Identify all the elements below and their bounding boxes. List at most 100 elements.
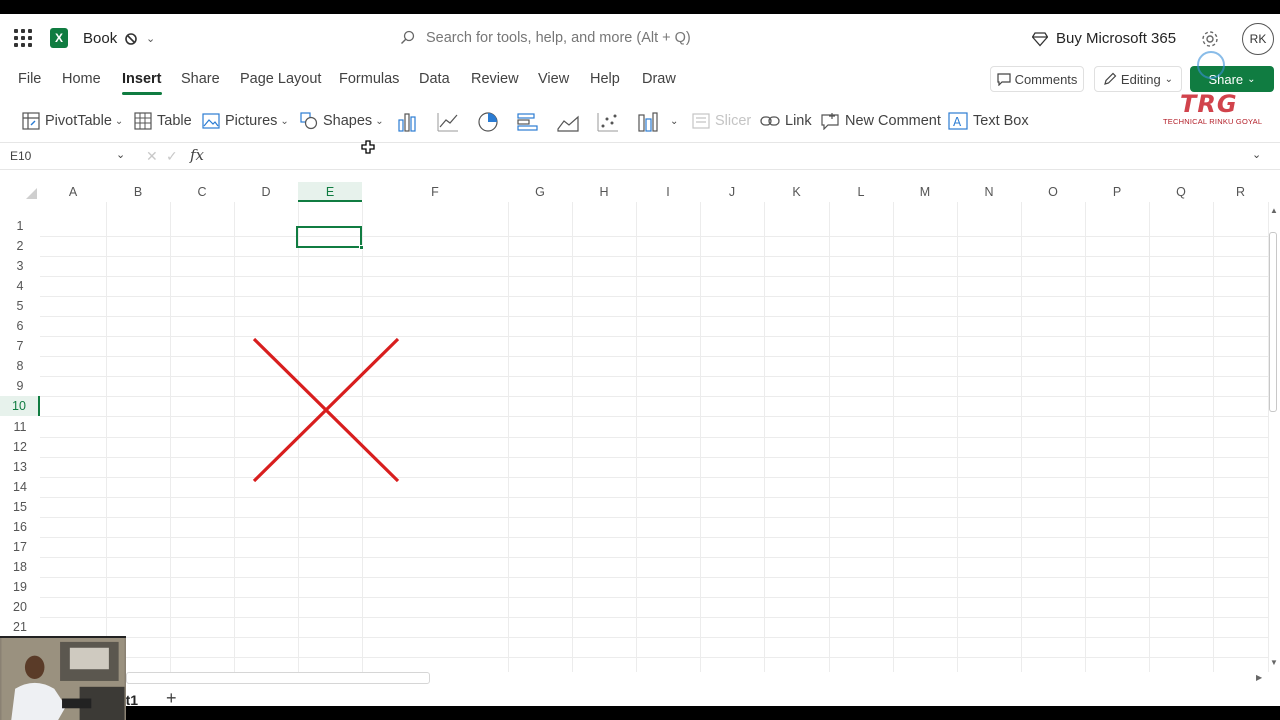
tab-formulas[interactable]: Formulas [339,71,399,87]
horizontal-scroll-thumb[interactable] [126,672,430,684]
name-box[interactable]: E10 [10,149,31,163]
add-sheet-button[interactable]: + [166,688,177,706]
row-header-8[interactable]: 8 [0,356,40,376]
cancel-icon[interactable]: ✕ [146,148,158,165]
column-chart-icon[interactable] [396,111,420,133]
slicer-button[interactable]: Slicer [692,109,751,133]
editing-mode-button[interactable]: Editing ⌄ [1094,66,1182,92]
vertical-scroll-thumb[interactable] [1269,232,1277,412]
pivottable-button[interactable]: PivotTable ⌄ [22,109,123,133]
area-chart-icon[interactable] [556,111,580,133]
gear-icon[interactable] [1200,29,1220,49]
column-header-d[interactable]: D [234,182,298,202]
row-header-3[interactable]: 3 [0,256,40,276]
column-header-c[interactable]: C [170,182,234,202]
row-header-13[interactable]: 13 [0,457,40,477]
column-header-e[interactable]: E [298,182,362,202]
column-header-k[interactable]: K [764,182,829,202]
tab-data[interactable]: Data [419,71,450,87]
other-chart-icon[interactable] [636,111,660,133]
pie-chart-icon[interactable] [476,111,500,133]
pictures-button[interactable]: Pictures ⌄ [202,109,289,133]
excel-window: X Book ⌄ Buy Microsoft 365 RK File Home … [0,14,1280,706]
row-header-18[interactable]: 18 [0,557,40,577]
column-header-j[interactable]: J [700,182,764,202]
row-header-19[interactable]: 19 [0,577,40,597]
column-header-p[interactable]: P [1085,182,1149,202]
autosave-sync-icon[interactable] [124,32,138,46]
workbook-title[interactable]: Book [83,30,117,47]
row-header-10[interactable]: 10 [0,396,40,417]
fill-handle[interactable] [359,245,364,250]
row-header-2[interactable]: 2 [0,236,40,256]
table-button[interactable]: Table [134,109,192,133]
row-header-15[interactable]: 15 [0,497,40,517]
comments-button[interactable]: Comments [990,66,1084,92]
row-header-21[interactable]: 21 [0,617,40,637]
column-header-m[interactable]: M [893,182,957,202]
tab-view[interactable]: View [538,71,569,87]
bar-chart-icon[interactable] [516,111,540,133]
row-header-12[interactable]: 12 [0,437,40,457]
row-header-5[interactable]: 5 [0,296,40,316]
waffle-icon[interactable] [14,29,32,47]
link-button[interactable]: Link [760,109,812,133]
row-header-9[interactable]: 9 [0,376,40,396]
column-header-q[interactable]: Q [1149,182,1213,202]
tab-share[interactable]: Share [181,71,220,87]
row-header-20[interactable]: 20 [0,597,40,617]
chevron-down-icon[interactable]: ⌄ [116,148,125,161]
tab-insert[interactable]: Insert [122,71,162,95]
tab-page-layout[interactable]: Page Layout [240,71,321,87]
search-box[interactable] [396,22,848,54]
column-header-i[interactable]: I [636,182,700,202]
shapes-icon [300,112,318,130]
spreadsheet-grid[interactable]: A B C D E F G H I J K L M N O P Q R 1 2 3 4 5 6 7 8 9 10 11 12 13 14 15 1… [0,182,1269,672]
row-header-11[interactable]: 11 [0,417,40,437]
tab-help[interactable]: Help [590,71,620,87]
grid-row-line [40,336,1268,338]
column-header-g[interactable]: G [508,182,572,202]
new-comment-button[interactable]: New Comment [820,109,941,133]
row-header-7[interactable]: 7 [0,336,40,356]
scroll-right-icon[interactable]: ▶ [1256,673,1262,682]
chevron-down-icon[interactable]: ⌄ [146,32,155,45]
scroll-up-icon[interactable]: ▲ [1270,206,1278,215]
select-all-corner[interactable] [26,188,37,199]
tab-file[interactable]: File [18,71,41,87]
column-header-a[interactable]: A [40,182,106,202]
grid-row-line [40,556,1268,558]
row-header-6[interactable]: 6 [0,316,40,336]
check-icon[interactable]: ✓ [166,148,178,165]
search-input[interactable] [426,30,826,46]
column-header-o[interactable]: O [1021,182,1085,202]
buy-microsoft-365-link[interactable]: Buy Microsoft 365 [1032,30,1176,47]
search-icon [401,30,415,44]
column-header-f[interactable]: F [362,182,508,202]
row-header-17[interactable]: 17 [0,537,40,557]
tab-home[interactable]: Home [62,71,101,87]
selected-cell[interactable] [296,226,362,248]
chevron-down-icon[interactable]: ⌄ [1252,148,1261,161]
row-header-4[interactable]: 4 [0,276,40,296]
menu-bar: File Home Insert Share Page Layout Formu… [0,64,1280,98]
tab-review[interactable]: Review [471,71,519,87]
tab-draw[interactable]: Draw [642,71,676,87]
column-header-n[interactable]: N [957,182,1021,202]
column-header-h[interactable]: H [572,182,636,202]
scroll-down-icon[interactable]: ▼ [1270,658,1278,667]
line-chart-icon[interactable] [436,111,460,133]
column-header-b[interactable]: B [106,182,170,202]
column-header-l[interactable]: L [829,182,893,202]
row-header-14[interactable]: 14 [0,477,40,497]
scatter-chart-icon[interactable] [596,111,620,133]
avatar[interactable]: RK [1242,23,1274,55]
chevron-down-icon[interactable]: ⌄ [670,109,678,133]
column-header-r[interactable]: R [1213,182,1268,202]
row-header-16[interactable]: 16 [0,517,40,537]
text-box-button[interactable]: A Text Box [948,109,1029,133]
function-icon[interactable]: fx [190,146,204,164]
shapes-button[interactable]: Shapes ⌄ [300,109,384,133]
row-header-1[interactable]: 1 [0,216,40,236]
grid-row-line [40,236,1268,237]
